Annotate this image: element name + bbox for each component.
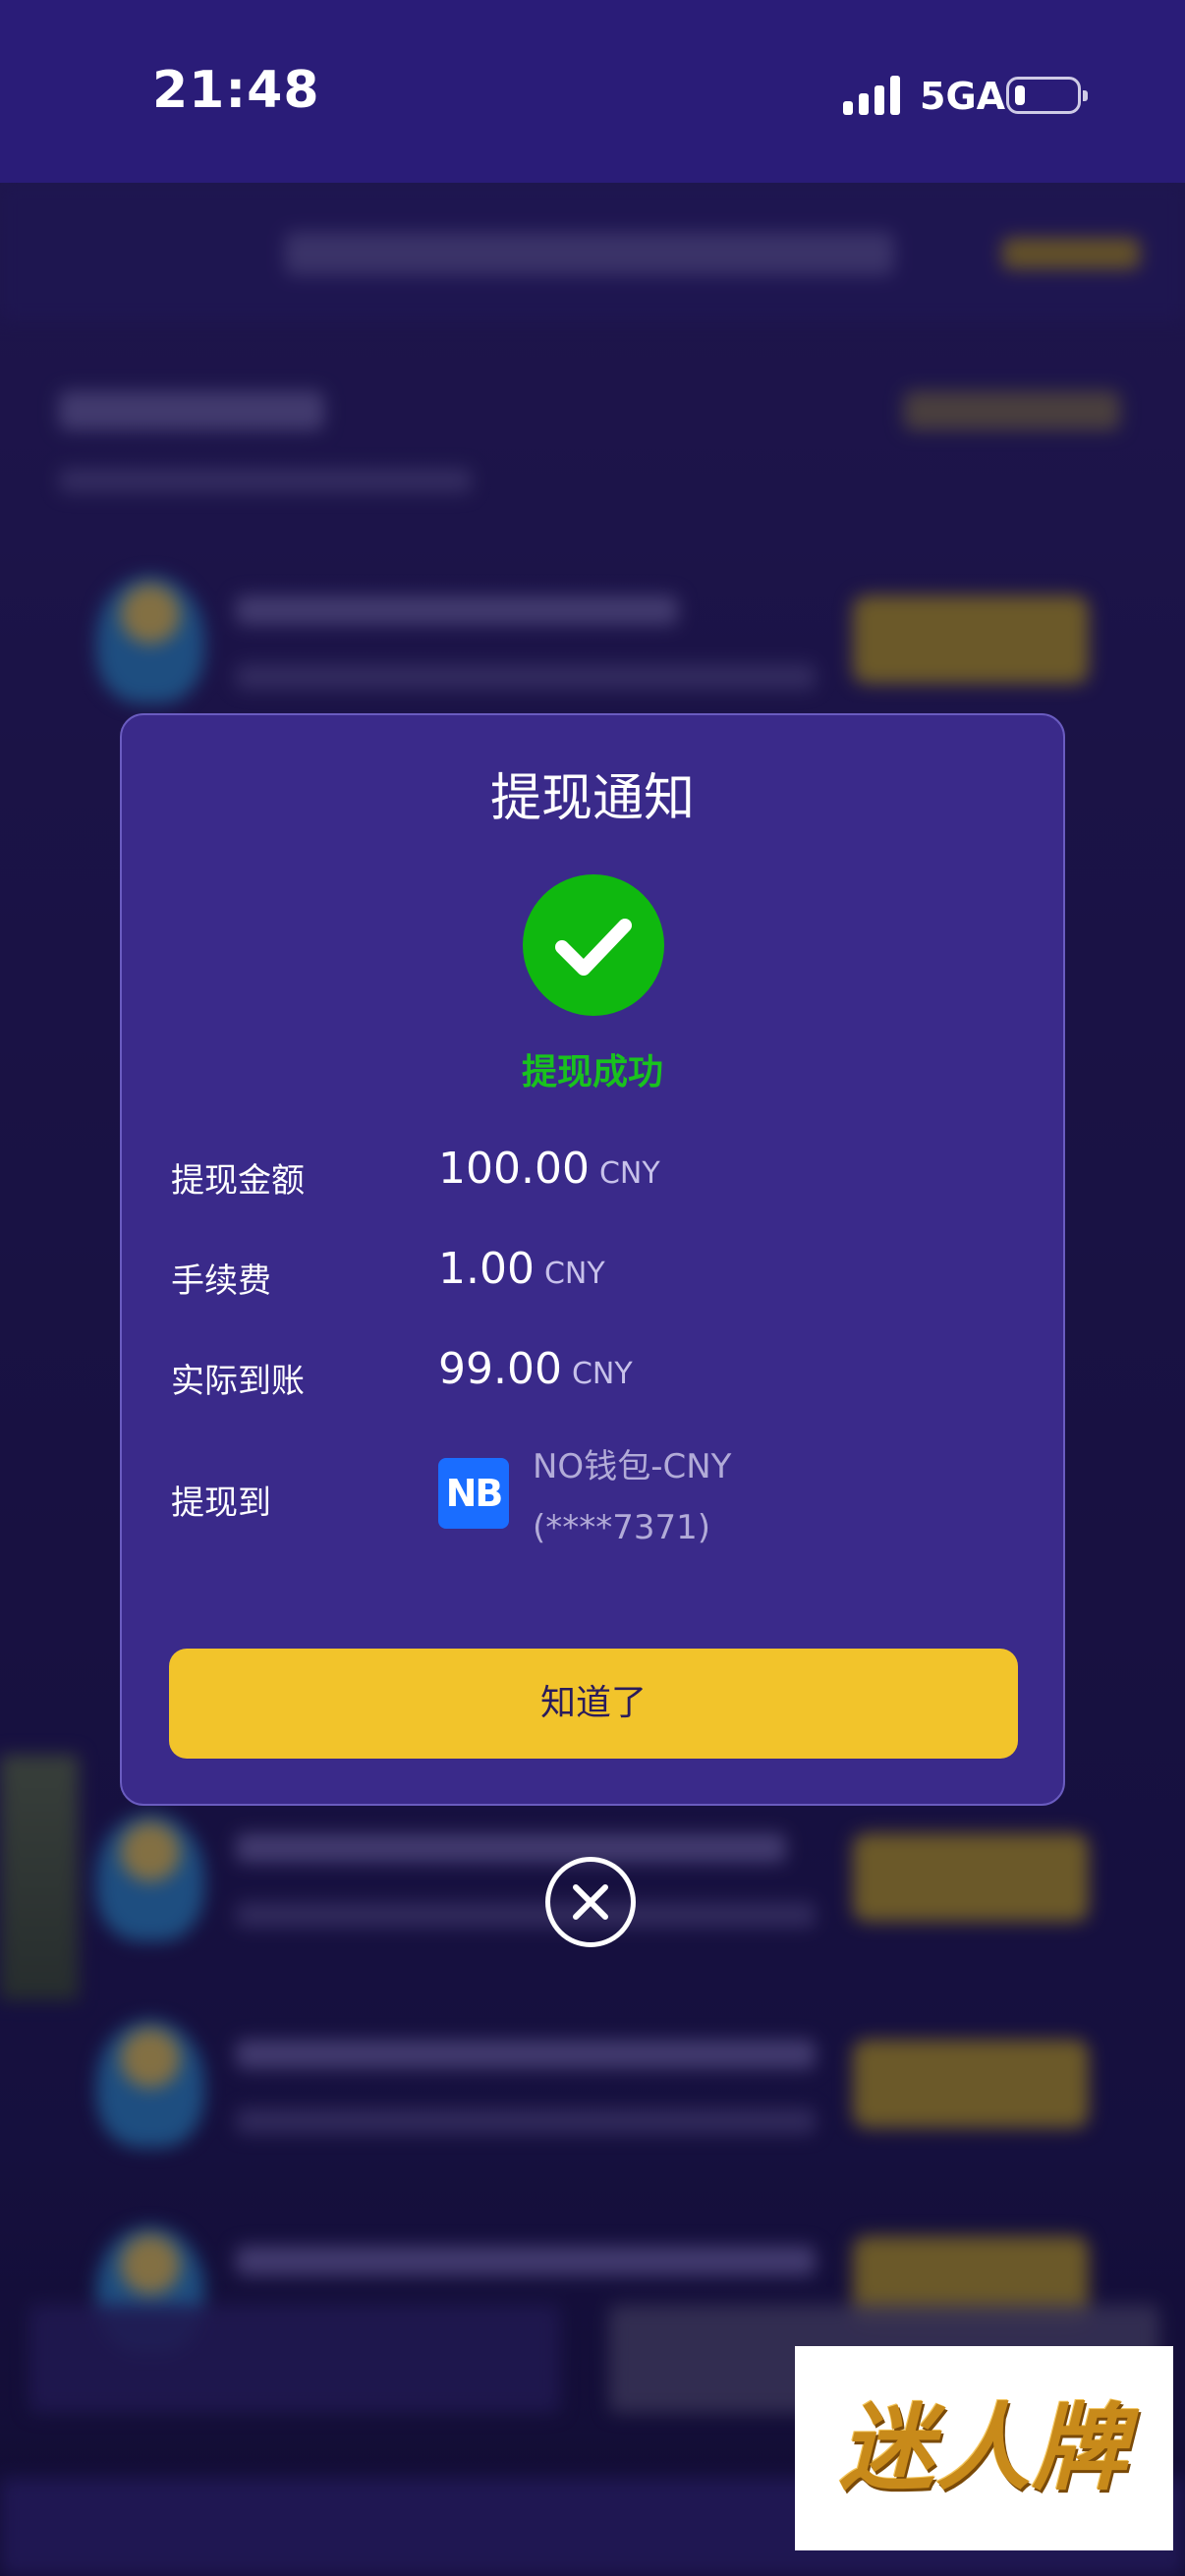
status-time: 21:48 <box>152 61 320 120</box>
status-bar: 21:48 5GA <box>0 0 1185 183</box>
wallet-info: NO钱包-CNY (****7371) <box>533 1436 731 1558</box>
wallet-name: NO钱包-CNY <box>533 1447 732 1486</box>
close-icon[interactable] <box>545 1857 636 1947</box>
confirm-button[interactable]: 知道了 <box>169 1649 1018 1759</box>
watermark-text: 迷人牌 <box>839 2393 1129 2503</box>
dialog-title: 提现通知 <box>489 769 695 828</box>
network-type: 5GA <box>920 75 1006 118</box>
received-value: 99.00 CNY <box>438 1344 633 1394</box>
destination-label: 提现到 <box>171 1484 271 1523</box>
amount-value: 100.00 CNY <box>438 1144 660 1194</box>
success-status-text: 提现成功 <box>521 1052 663 1092</box>
signal-icon <box>843 76 900 115</box>
brand-watermark: 迷人牌 <box>795 2346 1173 2550</box>
fee-value: 1.00 CNY <box>438 1244 605 1294</box>
wallet-account: (****7371) <box>533 1508 711 1547</box>
fee-label: 手续费 <box>171 1261 271 1301</box>
withdrawal-notice-dialog: 提现通知 提现成功 提现金额 100.00 CNY 手续费 1.00 CNY 实际到… <box>120 713 1065 1806</box>
amount-label: 提现金额 <box>171 1161 305 1201</box>
battery-icon <box>1006 77 1088 114</box>
wallet-logo-icon: NB <box>438 1458 509 1529</box>
success-check-icon <box>523 874 664 1016</box>
received-label: 实际到账 <box>171 1362 305 1401</box>
